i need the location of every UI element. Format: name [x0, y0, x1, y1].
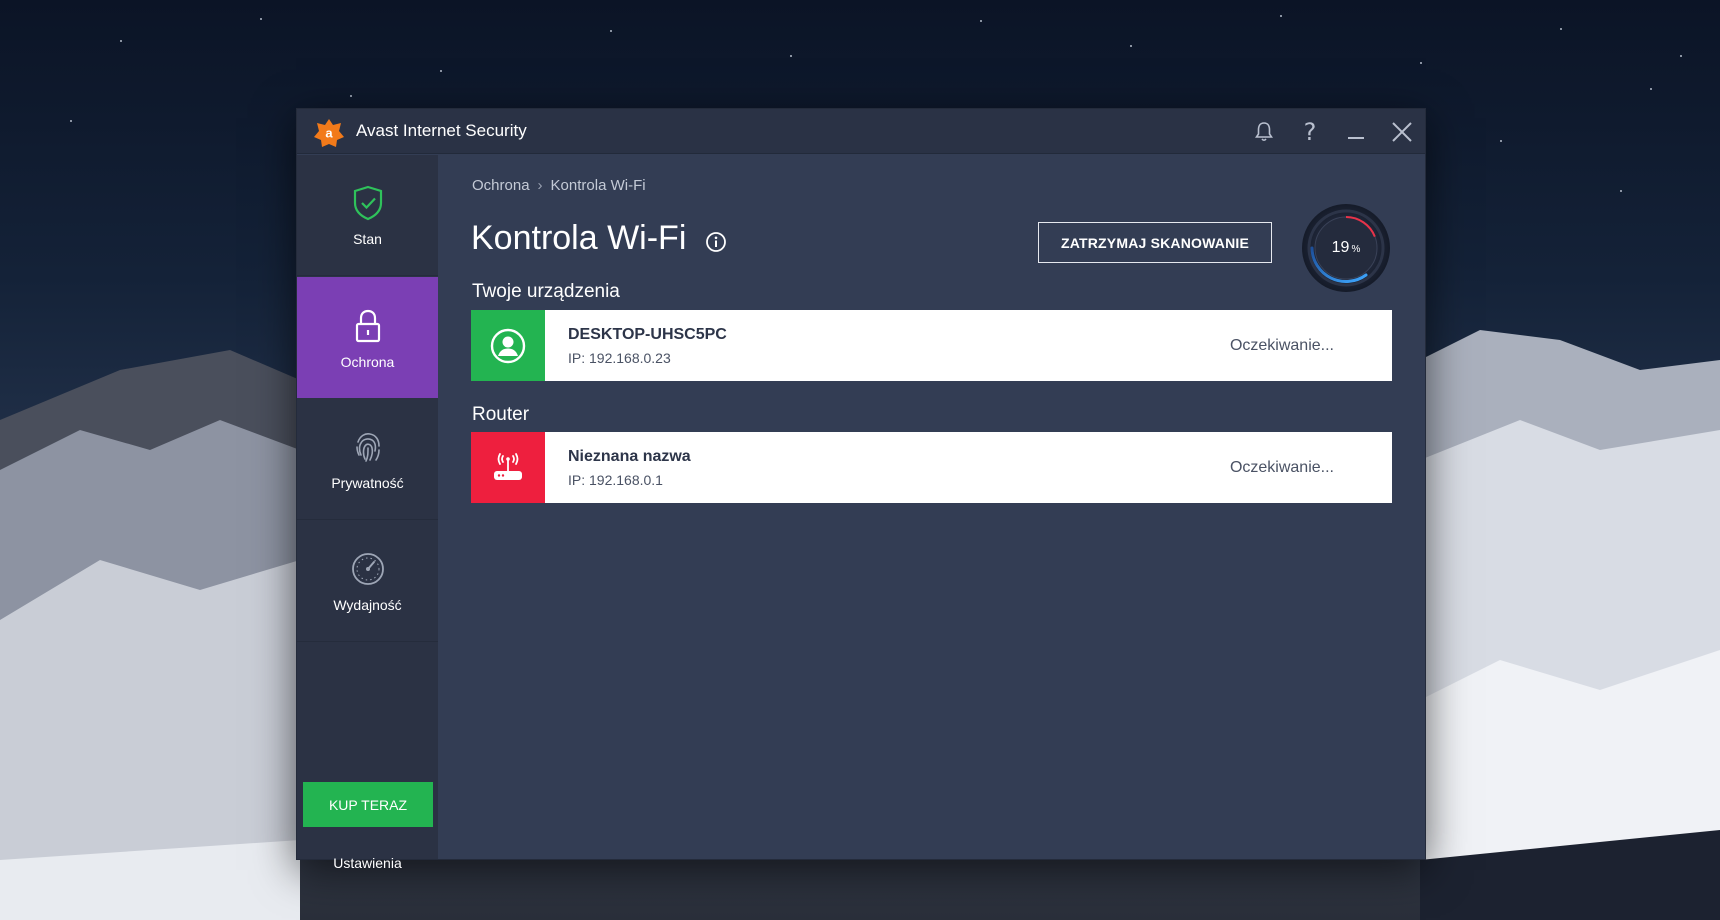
- close-icon: [1392, 122, 1412, 142]
- sidebar-item-ochrona[interactable]: Ochrona: [297, 277, 438, 398]
- device-name: Nieznana nazwa: [568, 447, 691, 465]
- minimize-icon: [1348, 137, 1364, 139]
- shield-check-icon: [353, 185, 382, 221]
- device-ip: IP: 192.168.0.1: [568, 471, 663, 488]
- sidebar-item-prywatnosc[interactable]: Prywatność: [297, 399, 438, 520]
- avast-logo-icon: a: [314, 119, 344, 147]
- info-icon[interactable]: [705, 231, 727, 253]
- sidebar-item-stan[interactable]: Stan: [297, 155, 438, 276]
- notifications-button[interactable]: [1249, 117, 1279, 147]
- breadcrumb: Ochrona › Kontrola Wi-Fi: [472, 177, 646, 194]
- svg-text:a: a: [325, 126, 333, 141]
- device-status: Oczekiwanie...: [1229, 336, 1334, 354]
- breadcrumb-item-current: Kontrola Wi-Fi: [550, 177, 646, 194]
- main-content: Ochrona › Kontrola Wi-Fi Kontrola Wi-Fi …: [438, 155, 1425, 859]
- buy-now-button[interactable]: KUP TERAZ: [303, 782, 433, 827]
- sidebar: Stan Ochrona Prywatność Wydajność KUP TE…: [297, 155, 438, 871]
- breadcrumb-separator: ›: [537, 177, 543, 194]
- device-name: DESKTOP-UHSC5PC: [568, 325, 727, 343]
- lock-icon: [355, 309, 380, 342]
- breadcrumb-item-ochrona[interactable]: Ochrona: [472, 177, 530, 194]
- gauge-icon: [351, 553, 384, 585]
- close-button[interactable]: [1387, 117, 1417, 147]
- section-title-router: Router: [472, 404, 530, 425]
- sidebar-item-wydajnosc[interactable]: Wydajność: [297, 521, 438, 642]
- progress-value: 19: [1331, 239, 1350, 256]
- help-button[interactable]: ?: [1295, 117, 1325, 147]
- section-title-devices: Twoje urządzenia: [472, 281, 620, 302]
- title-bar[interactable]: a Avast Internet Security ?: [297, 109, 1425, 154]
- scan-progress-indicator: 19%: [1300, 202, 1392, 294]
- device-icon-box: [471, 310, 545, 381]
- device-status: Oczekiwanie...: [1229, 458, 1334, 476]
- device-icon-box: [471, 432, 545, 503]
- progress-label: 19%: [1300, 202, 1392, 294]
- sidebar-item-label: Wydajność: [333, 597, 402, 613]
- progress-unit: %: [1351, 244, 1361, 255]
- sidebar-item-label: Ochrona: [340, 353, 395, 370]
- minimize-button[interactable]: [1341, 117, 1371, 147]
- settings-link[interactable]: Ustawienia: [297, 855, 438, 871]
- bell-icon: [1255, 122, 1273, 142]
- device-info: DESKTOP-UHSC5PC IP: 192.168.0.23: [568, 326, 1230, 366]
- device-ip: IP: 192.168.0.23: [568, 349, 671, 366]
- app-window: a Avast Internet Security ? Stan Ochrona…: [296, 108, 1426, 871]
- sidebar-item-label: Prywatność: [331, 475, 404, 491]
- stop-scan-button[interactable]: ZATRZYMAJ SKANOWANIE: [1038, 222, 1272, 263]
- device-card-router[interactable]: Nieznana nazwa IP: 192.168.0.1 Oczekiwan…: [471, 432, 1392, 503]
- device-info: Nieznana nazwa IP: 192.168.0.1: [568, 448, 1230, 488]
- router-icon: [494, 452, 522, 480]
- user-icon: [490, 328, 526, 363]
- question-mark-icon: ?: [1303, 118, 1317, 146]
- page-title: Kontrola Wi-Fi: [471, 219, 687, 257]
- device-card-computer[interactable]: DESKTOP-UHSC5PC IP: 192.168.0.23 Oczekiw…: [471, 310, 1392, 381]
- fingerprint-icon: [355, 433, 380, 462]
- sidebar-item-label: Stan: [353, 231, 382, 247]
- app-title: Avast Internet Security: [356, 121, 527, 140]
